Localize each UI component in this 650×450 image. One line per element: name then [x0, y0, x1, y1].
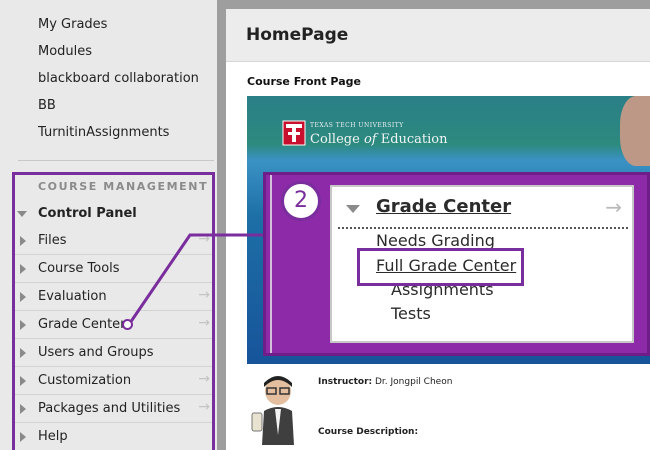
full-grade-center-highlight-box — [357, 248, 524, 286]
texas-tech-logo-icon — [282, 120, 306, 146]
dotted-separator — [338, 227, 628, 229]
callout-anchor-dot — [122, 319, 133, 330]
course-front-page-label: Course Front Page — [247, 75, 361, 88]
course-management-highlight-box — [12, 172, 215, 450]
instructor-info: Instructor: Dr. Jongpil Cheon — [318, 377, 453, 387]
grade-center-link[interactable]: Grade Center — [376, 196, 511, 217]
collapse-triangle-icon — [346, 205, 360, 213]
course-description-label: Course Description: — [318, 427, 419, 437]
banner-photo — [620, 96, 650, 166]
sidebar-link-blackboard-collaboration[interactable]: blackboard collaboration — [38, 71, 199, 86]
sidebar-link-my-grades[interactable]: My Grades — [38, 17, 107, 32]
sidebar-link-bb[interactable]: BB — [38, 98, 56, 113]
page-header: HomePage — [226, 9, 650, 62]
callout-divider — [270, 175, 272, 353]
instructor-avatar — [251, 376, 294, 445]
tests-link[interactable]: Tests — [391, 304, 431, 323]
sidebar-divider — [18, 160, 214, 161]
step-number-badge: 2 — [281, 181, 321, 221]
page-title: HomePage — [246, 25, 349, 45]
sidebar-link-turnitin-assignments[interactable]: TurnitinAssignments — [38, 125, 169, 140]
university-name: TEXAS TECH UNIVERSITY — [310, 122, 404, 129]
college-name: College of Education — [310, 132, 448, 147]
sidebar-link-modules[interactable]: Modules — [38, 44, 92, 59]
arrow-right-icon: → — [605, 195, 622, 219]
